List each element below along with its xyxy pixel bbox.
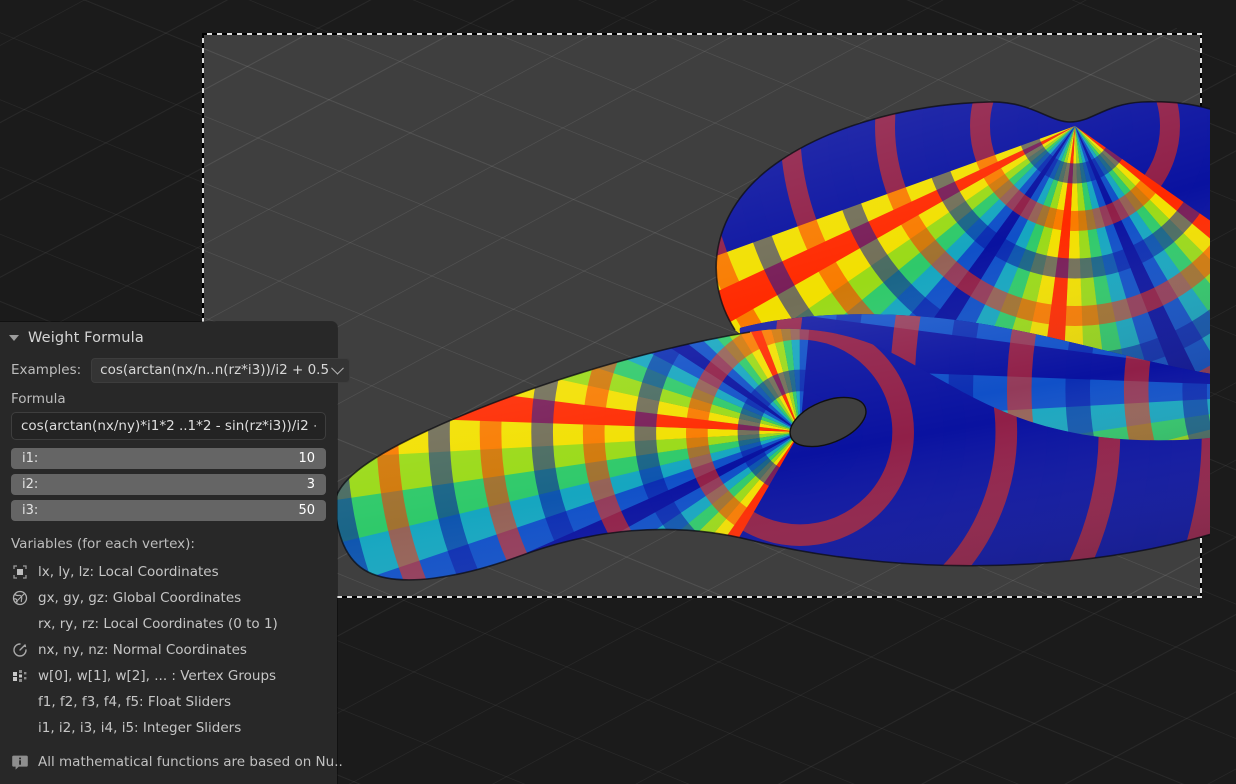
slider-i2-value: 3 <box>307 477 315 492</box>
variable-label: gx, gy, gz: Global Coordinates <box>38 590 241 606</box>
variable-vertex-groups: w[0], w[1], w[2], ... : Vertex Groups <box>0 663 337 689</box>
slider-i3-label: i3: <box>22 503 38 518</box>
variable-float-sliders: f1, f2, f3, f4, f5: Float Sliders <box>0 689 337 715</box>
integer-sliders: i1: 10 i2: 3 i3: 50 <box>0 448 337 521</box>
object-origin-icon <box>11 563 29 581</box>
variables-heading: Variables (for each vertex): <box>0 529 337 559</box>
variables-list: lx, ly, lz: Local Coordinates gx, gy, gz… <box>0 559 337 741</box>
slider-i1[interactable]: i1: 10 <box>11 448 326 469</box>
variable-label: nx, ny, nz: Normal Coordinates <box>38 642 247 658</box>
formula-input[interactable]: cos(arctan(nx/ny)*i1*2 ..1*2 - sin(rz*i3… <box>11 412 326 440</box>
weight-painted-mesh[interactable] <box>330 60 1210 600</box>
variable-integer-sliders: i1, i2, i3, i4, i5: Integer Sliders <box>0 715 337 741</box>
examples-row: Examples: cos(arctan(nx/n..n(rz*i3))/i2 … <box>0 356 337 384</box>
panel-header[interactable]: Weight Formula <box>0 322 337 354</box>
variable-label: w[0], w[1], w[2], ... : Vertex Groups <box>38 668 276 684</box>
weight-formula-panel: Weight Formula Examples: cos(arctan(nx/n… <box>0 322 337 784</box>
no-icon <box>11 719 29 737</box>
slider-i3[interactable]: i3: 50 <box>11 500 326 521</box>
variable-label: rx, ry, rz: Local Coordinates (0 to 1) <box>38 616 278 632</box>
normals-icon <box>11 641 29 659</box>
slider-i2-label: i2: <box>22 477 38 492</box>
variable-global-coordinates: gx, gy, gz: Global Coordinates <box>0 585 337 611</box>
panel-title: Weight Formula <box>28 330 144 346</box>
no-icon <box>11 693 29 711</box>
vertex-group-icon <box>11 667 29 685</box>
variable-normal-coordinates: nx, ny, nz: Normal Coordinates <box>0 637 337 663</box>
variable-label: lx, ly, lz: Local Coordinates <box>38 564 219 580</box>
variable-label: i1, i2, i3, i4, i5: Integer Sliders <box>38 720 241 736</box>
slider-i2[interactable]: i2: 3 <box>11 474 326 495</box>
info-icon <box>11 753 29 771</box>
examples-dropdown-value: cos(arctan(nx/n..n(rz*i3))/i2 + 0.5 <box>100 362 329 378</box>
formula-label-row: Formula <box>0 386 337 412</box>
no-icon <box>11 615 29 633</box>
globe-icon <box>11 589 29 607</box>
info-note: All mathematical functions are based on … <box>0 747 337 777</box>
info-note-text: All mathematical functions are based on … <box>38 754 343 770</box>
variable-relative-coordinates: rx, ry, rz: Local Coordinates (0 to 1) <box>0 611 337 637</box>
examples-dropdown[interactable]: cos(arctan(nx/n..n(rz*i3))/i2 + 0.5 <box>91 358 350 383</box>
slider-i1-value: 10 <box>298 451 315 466</box>
variable-label: f1, f2, f3, f4, f5: Float Sliders <box>38 694 231 710</box>
formula-input-value: cos(arctan(nx/ny)*i1*2 ..1*2 - sin(rz*i3… <box>21 418 316 434</box>
examples-label: Examples: <box>11 362 81 378</box>
slider-i1-label: i1: <box>22 451 38 466</box>
slider-i3-value: 50 <box>298 503 315 518</box>
formula-label: Formula <box>11 391 66 407</box>
variable-local-coordinates: lx, ly, lz: Local Coordinates <box>0 559 337 585</box>
triangle-down-icon[interactable] <box>9 335 19 341</box>
chevron-down-icon <box>331 362 344 375</box>
